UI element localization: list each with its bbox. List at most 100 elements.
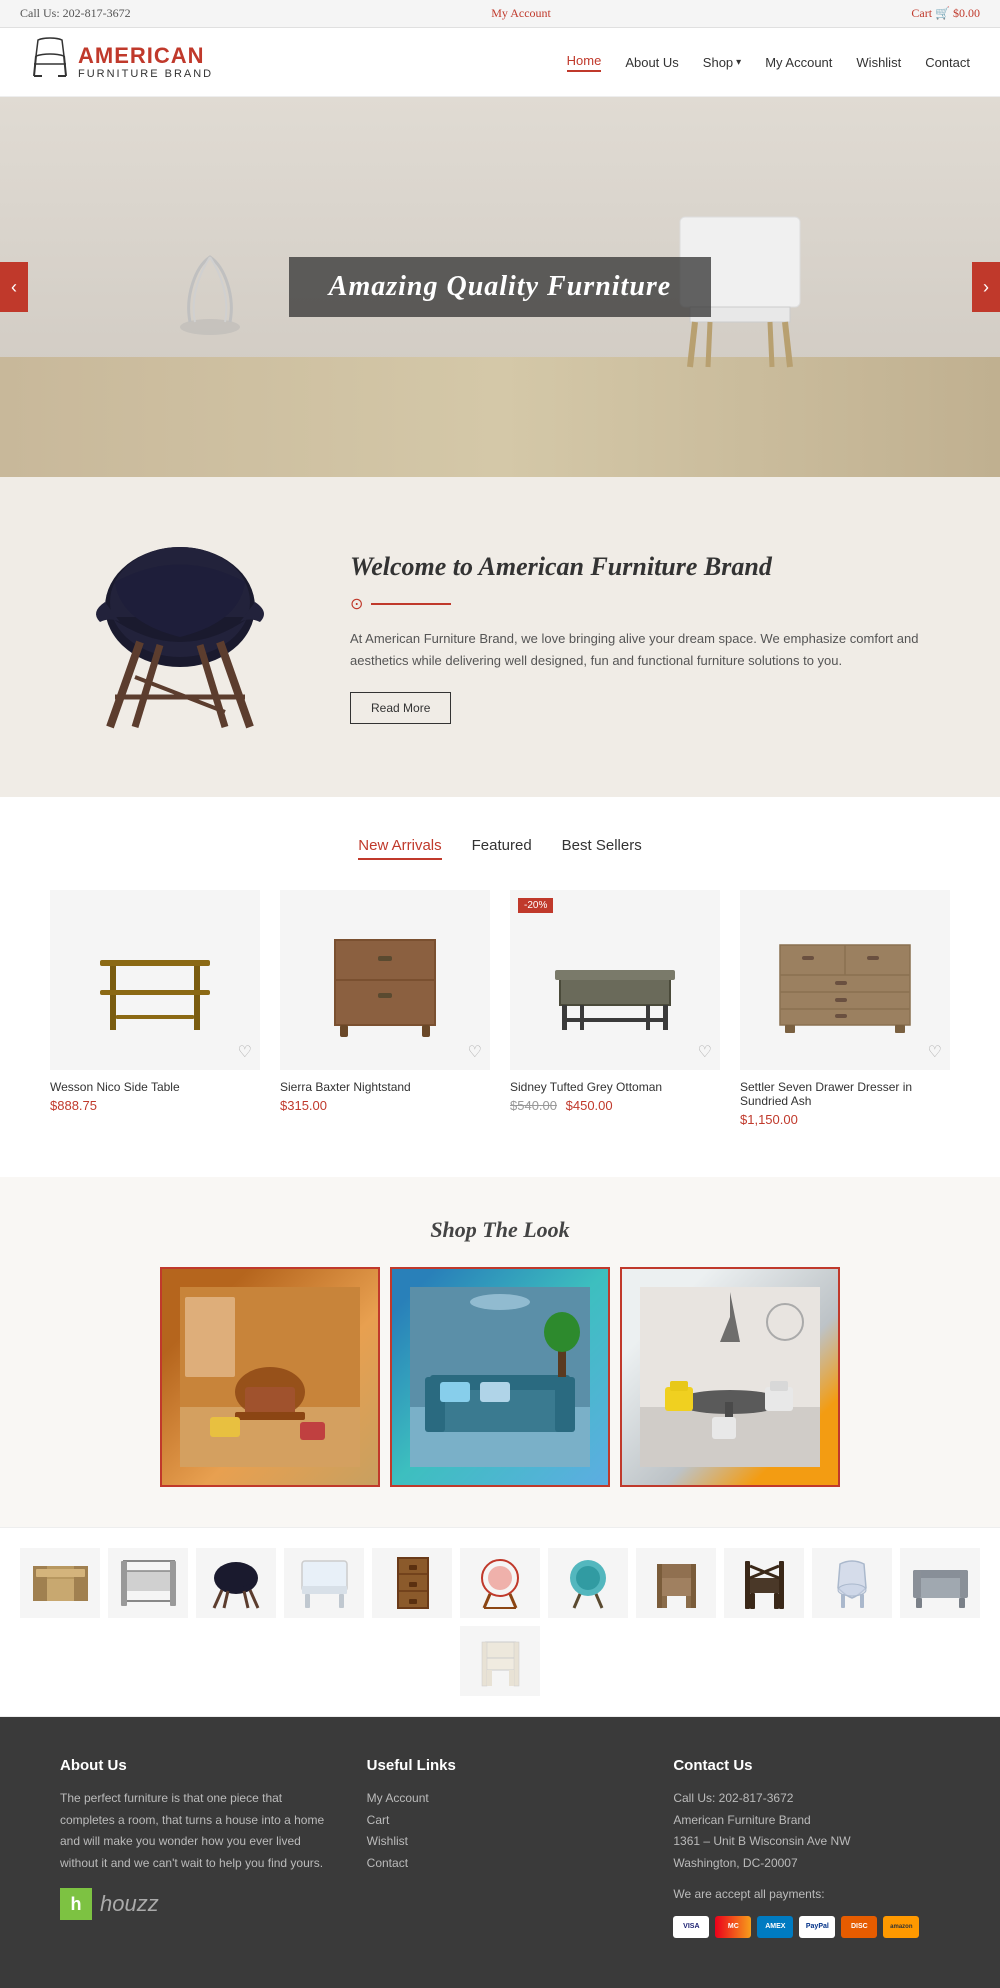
welcome-text: Welcome to American Furniture Brand ⊙ At… bbox=[350, 550, 940, 724]
welcome-heading: Welcome to American Furniture Brand bbox=[350, 550, 940, 584]
nav-about[interactable]: About Us bbox=[625, 55, 678, 70]
thumbnails-strip bbox=[0, 1527, 1000, 1717]
product-image: ♡ bbox=[280, 890, 490, 1070]
nav-shop[interactable]: Shop bbox=[703, 55, 741, 70]
cart-info: Cart 🛒 $0.00 bbox=[911, 6, 980, 21]
thumb-item[interactable] bbox=[812, 1548, 892, 1618]
brand-sub: FURNITURE BRAND bbox=[78, 68, 213, 80]
thumb-item[interactable] bbox=[460, 1626, 540, 1696]
thumb-item[interactable] bbox=[460, 1548, 540, 1618]
footer-link-account[interactable]: My Account bbox=[367, 1788, 634, 1810]
cart-label: Cart bbox=[911, 6, 932, 20]
footer-links: Useful Links My Account Cart Wishlist Co… bbox=[367, 1757, 634, 1938]
my-account-link[interactable]: My Account bbox=[491, 6, 551, 21]
thumb-item[interactable] bbox=[196, 1548, 276, 1618]
visa-icon: VISA bbox=[673, 1916, 709, 1938]
thumb-item[interactable] bbox=[900, 1548, 980, 1618]
logo: AMERICAN FURNITURE BRAND bbox=[30, 36, 213, 88]
footer-link-wishlist[interactable]: Wishlist bbox=[367, 1831, 634, 1853]
footer-links-heading: Useful Links bbox=[367, 1757, 634, 1774]
top-bar: Call Us: 202-817-3672 My Account Cart 🛒 … bbox=[0, 0, 1000, 28]
footer-grid: About Us The perfect furniture is that o… bbox=[60, 1757, 940, 1938]
product-name: Sidney Tufted Grey Ottoman bbox=[510, 1080, 720, 1094]
wishlist-icon[interactable]: ♡ bbox=[698, 1042, 712, 1062]
look-grid bbox=[40, 1267, 960, 1487]
product-price: $315.00 bbox=[280, 1098, 490, 1113]
footer-contact-address: 1361 – Unit B Wisconsin Ave NW bbox=[673, 1831, 940, 1853]
thumb-item[interactable] bbox=[284, 1548, 364, 1618]
footer: About Us The perfect furniture is that o… bbox=[0, 1717, 1000, 1988]
houzz-text: houzz bbox=[100, 1891, 159, 1917]
hero-section: Amazing Quality Furniture ‹ › bbox=[0, 97, 1000, 477]
product-card: ♡ Wesson Nico Side Table $888.75 bbox=[50, 890, 260, 1127]
wishlist-icon[interactable]: ♡ bbox=[928, 1042, 942, 1062]
footer-contact-brand: American Furniture Brand bbox=[673, 1810, 940, 1832]
product-card: ♡ Settler Seven Drawer Dresser in Sundri… bbox=[740, 890, 950, 1127]
wishlist-icon[interactable]: ♡ bbox=[468, 1042, 482, 1062]
tab-best-sellers[interactable]: Best Sellers bbox=[562, 837, 642, 860]
product-badge: -20% bbox=[518, 898, 553, 913]
hero-next-button[interactable]: › bbox=[972, 262, 1000, 312]
footer-link-cart[interactable]: Cart bbox=[367, 1810, 634, 1832]
brand-american: AMERICAN bbox=[78, 44, 213, 68]
hero-prev-button[interactable]: ‹ bbox=[0, 262, 28, 312]
tab-featured[interactable]: Featured bbox=[472, 837, 532, 860]
products-grid: ♡ Wesson Nico Side Table $888.75 bbox=[40, 890, 960, 1127]
divider-dot: ⊙ bbox=[350, 594, 363, 614]
footer-contact-heading: Contact Us bbox=[673, 1757, 940, 1774]
paypal-icon: PayPal bbox=[799, 1916, 835, 1938]
houzz-badge: h houzz bbox=[60, 1888, 327, 1920]
welcome-chair-image bbox=[60, 527, 300, 747]
hero-sculpture bbox=[150, 237, 270, 357]
hero-headline: Amazing Quality Furniture bbox=[329, 271, 671, 303]
footer-link-contact[interactable]: Contact bbox=[367, 1853, 634, 1875]
footer-about-heading: About Us bbox=[60, 1757, 327, 1774]
nav-account[interactable]: My Account bbox=[765, 55, 832, 70]
look-item-2[interactable] bbox=[390, 1267, 610, 1487]
thumb-item[interactable] bbox=[20, 1548, 100, 1618]
read-more-button[interactable]: Read More bbox=[350, 692, 451, 724]
shop-look-section: Shop The Look bbox=[0, 1177, 1000, 1527]
amazon-pay-icon: amazon bbox=[883, 1916, 919, 1938]
nav-home[interactable]: Home bbox=[567, 53, 602, 72]
welcome-body: At American Furniture Brand, we love bri… bbox=[350, 628, 940, 672]
look-image-3 bbox=[622, 1269, 838, 1485]
product-image: ♡ bbox=[50, 890, 260, 1070]
header: AMERICAN FURNITURE BRAND Home About Us S… bbox=[0, 28, 1000, 97]
product-price: $888.75 bbox=[50, 1098, 260, 1113]
thumb-item[interactable] bbox=[108, 1548, 188, 1618]
new-price: $450.00 bbox=[566, 1098, 613, 1113]
payment-icons: VISA MC AMEX PayPal DISC amazon bbox=[673, 1916, 940, 1938]
cart-amount: $0.00 bbox=[953, 6, 980, 20]
product-name: Sierra Baxter Nightstand bbox=[280, 1080, 490, 1094]
old-price: $540.00 bbox=[510, 1098, 557, 1113]
products-section: New Arrivals Featured Best Sellers ♡ bbox=[0, 797, 1000, 1177]
amex-icon: AMEX bbox=[757, 1916, 793, 1938]
main-nav: Home About Us Shop My Account Wishlist C… bbox=[567, 53, 970, 72]
look-item-1[interactable] bbox=[160, 1267, 380, 1487]
houzz-icon: h bbox=[60, 1888, 92, 1920]
tab-new-arrivals[interactable]: New Arrivals bbox=[358, 837, 441, 860]
product-image: -20% ♡ bbox=[510, 890, 720, 1070]
call-us: Call Us: 202-817-3672 bbox=[20, 6, 131, 21]
wishlist-icon[interactable]: ♡ bbox=[238, 1042, 252, 1062]
look-image-1 bbox=[162, 1269, 378, 1485]
product-card: -20% ♡ Sidney Tufted Grey Ott bbox=[510, 890, 720, 1127]
thumb-item[interactable] bbox=[372, 1548, 452, 1618]
product-price: $540.00 $450.00 bbox=[510, 1098, 720, 1113]
thumb-item[interactable] bbox=[636, 1548, 716, 1618]
mastercard-icon: MC bbox=[715, 1916, 751, 1938]
divider-line bbox=[371, 603, 451, 605]
nav-contact[interactable]: Contact bbox=[925, 55, 970, 70]
nav-wishlist[interactable]: Wishlist bbox=[856, 55, 901, 70]
footer-contact-city: Washington, DC-20007 bbox=[673, 1853, 940, 1875]
product-name: Wesson Nico Side Table bbox=[50, 1080, 260, 1094]
discover-icon: DISC bbox=[841, 1916, 877, 1938]
thumb-item[interactable] bbox=[724, 1548, 804, 1618]
logo-chair-icon bbox=[30, 36, 70, 88]
product-card: ♡ Sierra Baxter Nightstand $315.00 bbox=[280, 890, 490, 1127]
look-item-3[interactable] bbox=[620, 1267, 840, 1487]
product-image: ♡ bbox=[740, 890, 950, 1070]
footer-contact: Contact Us Call Us: 202-817-3672 America… bbox=[673, 1757, 940, 1938]
thumb-item[interactable] bbox=[548, 1548, 628, 1618]
